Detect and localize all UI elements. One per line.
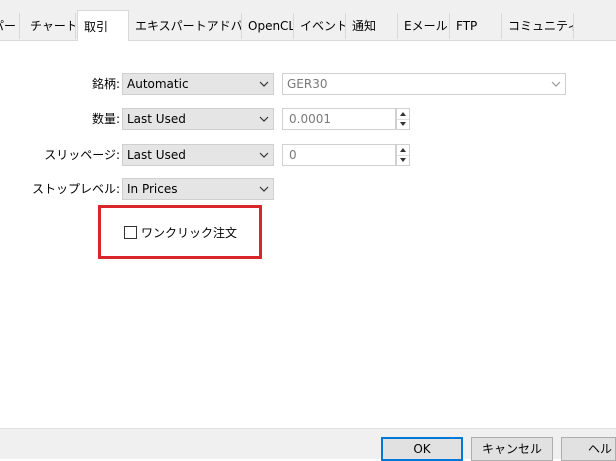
symbol-mode-select[interactable]: Automatic (122, 73, 274, 95)
spin-up-icon (400, 112, 406, 116)
slippage-input[interactable]: 0 (282, 144, 396, 166)
cancel-button[interactable]: キャンセル (471, 437, 553, 461)
tab-expert-advisors[interactable]: エキスパートアドバイザ (129, 13, 242, 39)
stop-level-select[interactable]: In Prices (122, 178, 274, 200)
slippage-mode-value: Last Used (127, 148, 186, 162)
volume-input[interactable]: 0.0001 (282, 108, 396, 130)
tab-trade[interactable]: 取引 (77, 10, 129, 41)
tab-chart[interactable]: チャート (24, 13, 76, 39)
symbol-label: 銘柄: (91, 77, 120, 91)
tab-email[interactable]: Eメール (398, 13, 450, 39)
volume-mode-select[interactable]: Last Used (122, 108, 274, 130)
volume-spinner[interactable] (396, 108, 410, 130)
chevron-down-icon (259, 81, 269, 87)
chevron-down-icon (259, 186, 269, 192)
slippage-mode-select[interactable]: Last Used (122, 144, 274, 166)
volume-label: 数量: (91, 112, 120, 126)
tab-server[interactable]: パー (0, 13, 20, 39)
stop-level-value: In Prices (127, 182, 178, 196)
slippage-spin-down[interactable] (397, 155, 409, 165)
symbol-mode-value: Automatic (127, 77, 189, 91)
spin-down-icon (400, 122, 406, 126)
slippage-value: 0 (289, 148, 297, 162)
spin-down-icon (400, 158, 406, 162)
tab-notifications[interactable]: 通知 (346, 13, 398, 39)
stop-level-label: ストップレベル: (31, 182, 120, 196)
chevron-down-icon (259, 152, 269, 158)
slippage-spinner[interactable] (396, 144, 410, 166)
tab-strip: パー チャート 取引 エキスパートアドバイザ OpenCL イベント 通知 Eメ… (0, 0, 616, 41)
spin-up-icon (400, 148, 406, 152)
one-click-trading-checkbox[interactable] (124, 226, 137, 239)
chevron-down-icon (551, 81, 561, 87)
help-button[interactable]: ヘルプ (561, 437, 616, 461)
slippage-label: スリッページ: (44, 148, 120, 162)
tab-ftp[interactable]: FTP (450, 13, 502, 39)
volume-spin-down[interactable] (397, 119, 409, 129)
tab-opencl[interactable]: OpenCL (242, 13, 294, 39)
ok-button[interactable]: OK (381, 437, 463, 461)
one-click-trading-label: ワンクリック注文 (141, 226, 238, 240)
symbol-select[interactable]: GER30 (282, 73, 566, 95)
volume-value: 0.0001 (289, 112, 331, 126)
chevron-down-icon (259, 116, 269, 122)
tab-community[interactable]: コミュニティー (502, 13, 574, 39)
volume-mode-value: Last Used (127, 112, 186, 126)
symbol-value: GER30 (287, 77, 328, 91)
tab-events[interactable]: イベント (294, 13, 346, 39)
